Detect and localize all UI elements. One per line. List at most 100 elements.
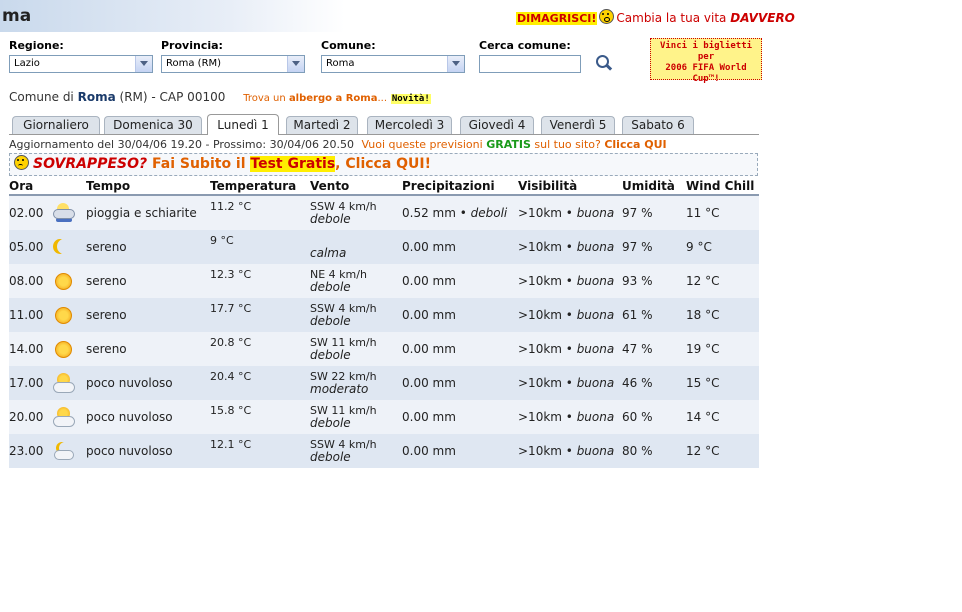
cell-ora: 11.00 [9, 298, 51, 332]
banner-cta: , Clicca QUI! [335, 156, 432, 172]
cell-vento: SW 11 km/h debole [310, 400, 402, 434]
rain-cloud-icon [51, 202, 75, 224]
vento-desc: debole [310, 212, 351, 226]
cell-temperatura: 15.8 °C [210, 400, 310, 434]
provincia-select[interactable]: Roma (RM) [161, 55, 305, 73]
cell-precipitazioni: 0.00 mm [402, 264, 518, 298]
banner-text: Fai Subito il [152, 156, 246, 172]
cerca-filter: Cerca comune: [479, 39, 581, 73]
diet-promo-link[interactable]: DIMAGRISCI! Cambia la tua vita DAVVERO [516, 9, 795, 25]
hotel-link[interactable]: Trova un albergo a Roma... [243, 93, 387, 104]
cerca-comune-input[interactable] [479, 55, 581, 73]
tab-martedi-2[interactable]: Martedì 2 [286, 116, 358, 134]
cell-wind-chill: 12 °C [686, 264, 759, 298]
chevron-down-icon[interactable] [135, 56, 152, 72]
table-row: 23.00 poco nuvoloso 12.1 °C SSW 4 km/h debol… [9, 434, 759, 468]
cell-tempo: sereno [86, 264, 210, 298]
widget-offer-text-2: sul tuo sito? [534, 138, 601, 151]
provincia-value: Roma (RM) [166, 58, 222, 69]
comune-filter: Comune: Roma [321, 39, 465, 73]
hotel-suffix: ... [377, 93, 388, 104]
fifa-ad-line-1: Vinci i biglietti per [659, 41, 753, 62]
sun-cloud-icon [51, 372, 75, 394]
vento-desc: debole [310, 314, 351, 328]
vis-value: >10km [518, 342, 562, 356]
tab-domenica-30[interactable]: Domenica 30 [104, 116, 202, 134]
update-line: Aggiornamento del 30/04/06 19.20 - Pross… [9, 138, 667, 151]
cell-vento: SW 22 km/h moderato [310, 366, 402, 400]
comune-label: Comune: [321, 39, 376, 52]
vis-value: >10km [518, 308, 562, 322]
smiley-icon [599, 9, 615, 24]
fifa-ad-banner[interactable]: Vinci i biglietti per 2006 FIFA World Cu… [650, 38, 762, 84]
cell-precipitazioni: 0.00 mm [402, 230, 518, 264]
tab-lunedi-1[interactable]: Lunedì 1 [207, 114, 279, 135]
provincia-label: Provincia: [161, 39, 223, 52]
moon-icon [51, 236, 75, 258]
sun-icon [51, 338, 75, 360]
cell-precipitazioni: 0.00 mm [402, 298, 518, 332]
cell-umidita: 80 % [622, 434, 686, 468]
cell-umidita: 60 % [622, 400, 686, 434]
page-title: ma [2, 6, 32, 26]
location-suffix: (RM) - CAP 00100 [119, 90, 226, 104]
overweight-promo-banner[interactable]: SOVRAPPESO? Fai Subito il Test Gratis, C… [9, 153, 758, 176]
cell-temperatura: 12.1 °C [210, 434, 310, 468]
cell-vento: SSW 4 km/h debole [310, 434, 402, 468]
cell-tempo: poco nuvoloso [86, 400, 210, 434]
tab-sabato-6[interactable]: Sabato 6 [622, 116, 694, 134]
promo-word-2: Cambia la tua vita [616, 11, 727, 25]
cell-wind-chill: 12 °C [686, 434, 759, 468]
vis-value: >10km [518, 376, 562, 390]
provincia-filter: Provincia: Roma (RM) [161, 39, 305, 73]
table-row: 02.00 pioggia e schiarite 11.2 °C SSW 4 km/… [9, 195, 759, 230]
regione-filter: Regione: Lazio [9, 39, 153, 73]
cell-ora: 17.00 [9, 366, 51, 400]
comune-select[interactable]: Roma [321, 55, 465, 73]
cell-temperatura: 17.7 °C [210, 298, 310, 332]
sad-face-icon [14, 155, 29, 170]
vis-desc: buona [576, 410, 615, 424]
cell-icon [51, 400, 86, 434]
table-row: 14.00 sereno 20.8 °C SW 11 km/h debole 0.00 m… [9, 332, 759, 366]
cell-wind-chill: 15 °C [686, 366, 759, 400]
cell-umidita: 97 % [622, 195, 686, 230]
forecast-table: Ora Tempo Temperatura Vento Precipitazio… [9, 178, 759, 468]
tab-giovedi-4[interactable]: Giovedì 4 [460, 116, 534, 134]
vento-desc: calma [310, 246, 347, 260]
sun-icon [51, 270, 75, 292]
tab-giornaliero[interactable]: Giornaliero [12, 116, 100, 134]
cell-visibilita: >10km • buona [518, 366, 622, 400]
location-line: Comune di Roma (RM) - CAP 00100 Trova un… [9, 90, 431, 104]
cell-tempo: sereno [86, 298, 210, 332]
widget-offer-link[interactable]: Vuoi queste previsioni GRATIS sul tuo si… [361, 138, 666, 151]
vis-desc: buona [576, 274, 615, 288]
chevron-down-icon[interactable] [447, 56, 464, 72]
prec-amount: 0.00 mm [402, 444, 456, 458]
cell-temperatura: 11.2 °C [210, 195, 310, 230]
cell-visibilita: >10km • buona [518, 195, 622, 230]
tab-venerdi-5[interactable]: Venerdì 5 [541, 116, 615, 134]
search-icon[interactable] [596, 55, 609, 68]
vento-desc: debole [310, 416, 351, 430]
table-row: 08.00 sereno 12.3 °C NE 4 km/h debole 0.00 mm… [9, 264, 759, 298]
cell-tempo: sereno [86, 332, 210, 366]
table-row: 20.00 poco nuvoloso 15.8 °C SW 11 km/h debol… [9, 400, 759, 434]
vis-desc: buona [576, 206, 615, 220]
header-visibilita: Visibilità [518, 178, 622, 196]
hotel-prefix: Trova un [243, 93, 286, 104]
clicca-qui-link[interactable]: Clicca QUI [604, 138, 666, 151]
regione-select[interactable]: Lazio [9, 55, 153, 73]
prec-amount: 0.00 mm [402, 342, 456, 356]
tab-mercoledi-3[interactable]: Mercoledì 3 [367, 116, 452, 134]
day-tabs: Giornaliero Domenica 30 Lunedì 1 Martedì… [9, 114, 759, 135]
cell-icon [51, 195, 86, 230]
cell-tempo: sereno [86, 230, 210, 264]
regione-value: Lazio [14, 58, 40, 69]
cell-icon [51, 434, 86, 468]
chevron-down-icon[interactable] [287, 56, 304, 72]
vis-desc: buona [576, 308, 615, 322]
new-badge: Novità! [390, 94, 431, 104]
location-city: Roma [77, 90, 116, 104]
promo-word-1: DIMAGRISCI! [516, 12, 598, 25]
